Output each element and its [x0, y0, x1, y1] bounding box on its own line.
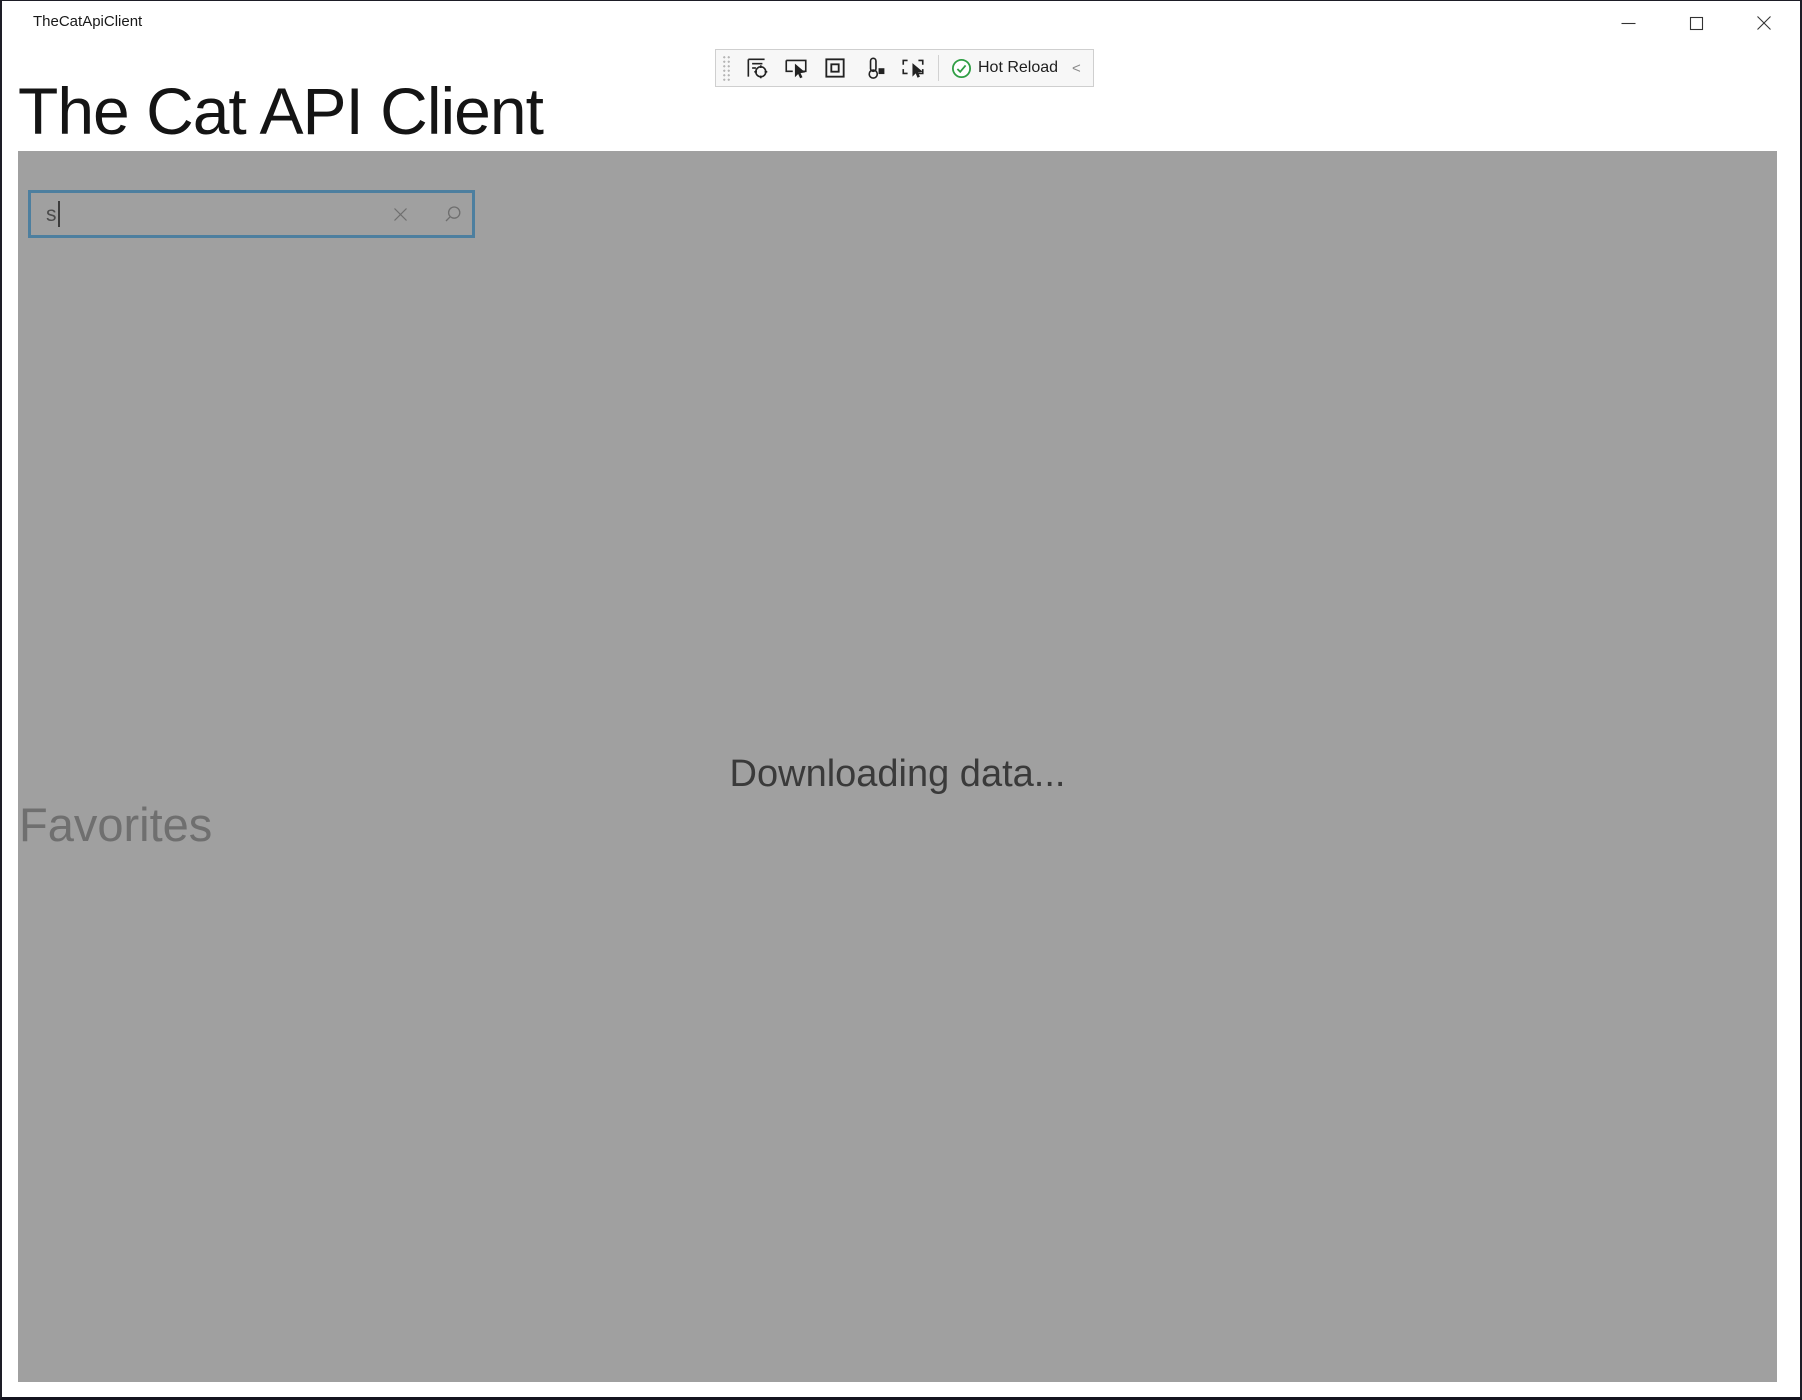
close-button[interactable] [1730, 1, 1798, 45]
hot-reload-label: Hot Reload [978, 59, 1058, 77]
titlebar[interactable]: TheCatApiClient [2, 1, 1800, 45]
search-input-value: s [46, 204, 57, 225]
hot-reload-button[interactable]: Hot Reload [951, 58, 1058, 79]
go-to-live-visual-tree-button[interactable] [743, 54, 770, 82]
x-icon [392, 206, 409, 223]
app-window: TheCatApiClient [0, 0, 1802, 1400]
text-caret [58, 201, 60, 227]
select-element-icon [783, 55, 809, 81]
page-title: The Cat API Client [18, 77, 543, 146]
window-controls [1594, 1, 1798, 45]
search-submit-button[interactable] [435, 193, 469, 235]
select-element-button[interactable] [782, 54, 809, 82]
status-text: Downloading data... [18, 753, 1777, 796]
minimize-button[interactable] [1594, 1, 1662, 45]
track-focused-element-icon [861, 55, 887, 81]
favorites-heading: Favorites [19, 799, 212, 851]
track-focused-element-button[interactable] [860, 54, 887, 82]
window-title: TheCatApiClient [33, 13, 142, 30]
toolbar-collapse-button[interactable]: < [1070, 60, 1083, 77]
debug-toolbar: Hot Reload < [715, 49, 1094, 87]
minimize-icon [1621, 16, 1636, 31]
close-icon [1756, 15, 1772, 31]
magnifier-icon [443, 205, 462, 224]
layout-adorners-icon [822, 55, 848, 81]
maximize-button[interactable] [1662, 1, 1730, 45]
toolbar-separator [938, 55, 939, 81]
search-clear-button[interactable] [383, 193, 417, 235]
search-input[interactable]: s [28, 190, 475, 238]
hot-reload-check-icon [951, 58, 972, 79]
loading-overlay: s Downloading data... Favorites [18, 151, 1777, 1382]
toolbar-drag-grip-icon[interactable] [722, 54, 731, 82]
live-visual-tree-icon [744, 55, 770, 81]
display-layout-adorners-button[interactable] [821, 54, 848, 82]
maximize-icon [1689, 16, 1704, 31]
scan-selection-icon [900, 55, 926, 81]
scan-selection-button[interactable] [899, 54, 926, 82]
